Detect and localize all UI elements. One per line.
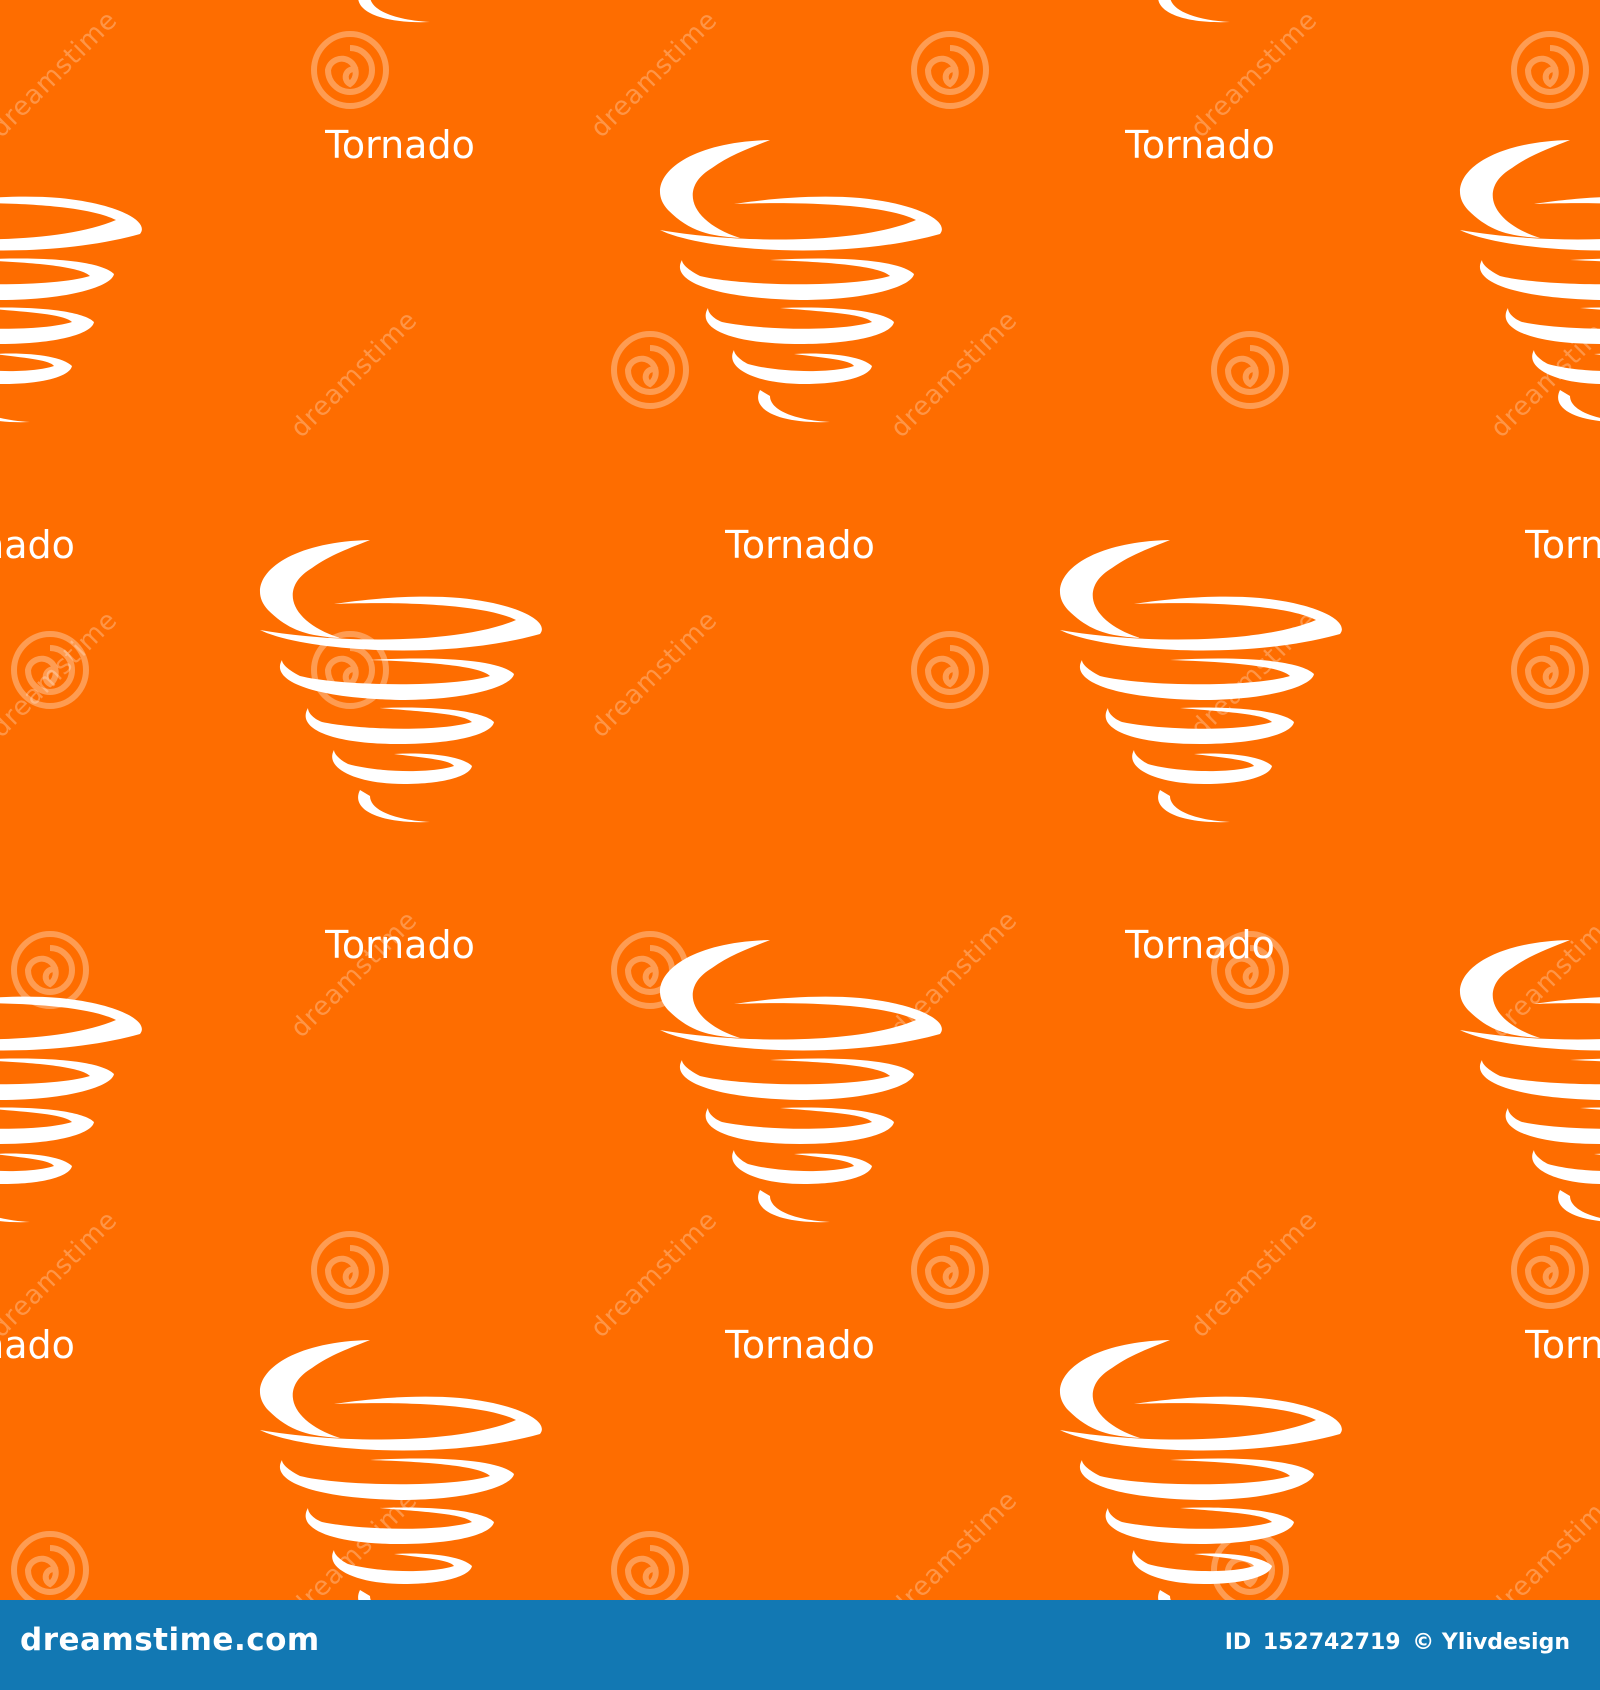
- watermark-spiral-icon: [1514, 634, 1586, 706]
- watermark-text: dreamstime: [0, 605, 124, 744]
- watermark-text: dreamstime: [885, 905, 1024, 1044]
- image-id-credit: ID 152742719 © Ylivdesign: [1221, 1630, 1570, 1655]
- tornado-tile: Tornado: [1059, 540, 1342, 967]
- tornado-icon: [1059, 540, 1342, 823]
- tornado-tile: Tornado: [259, 540, 542, 967]
- watermark-text: dreamstime: [885, 305, 1024, 444]
- tornado-icon: [259, 1340, 542, 1600]
- watermark-text: dreamstime: [585, 5, 724, 144]
- watermark-text: dreamstime: [1185, 1205, 1324, 1344]
- watermark-spiral-icon: [314, 34, 386, 106]
- watermark-spiral-icon: [1514, 1234, 1586, 1306]
- tornado-label: Tornado: [1524, 1323, 1600, 1367]
- id-label: ID: [1224, 1630, 1252, 1655]
- tornado-icon: [659, 140, 942, 423]
- pattern-canvas: Tornado Tornado Tornado Tornado Tornado Torna…: [0, 0, 1600, 1600]
- watermark-spiral-icon: [1514, 34, 1586, 106]
- image-id: 152742719: [1262, 1630, 1401, 1655]
- watermark-text: dreamstime: [885, 1485, 1024, 1600]
- tornado-icon: [259, 540, 542, 823]
- watermark-spiral-icon: [614, 1534, 686, 1600]
- watermark-text: dreamstime: [585, 605, 724, 744]
- tornado-tile: Tornado: [659, 140, 942, 567]
- site-logo[interactable]: dreamstime.com: [20, 1622, 320, 1658]
- tornado-tile: Tornado: [659, 940, 942, 1367]
- tornado-label: Tornado: [724, 1323, 875, 1367]
- watermark-spiral-icon: [614, 334, 686, 406]
- tornado-pattern-background: Tornado Tornado Tornado Tornado Tornado Torna…: [0, 0, 1600, 1600]
- tornado-tile: Tornado: [259, 1340, 542, 1600]
- tornado-label: Tornado: [724, 523, 875, 567]
- tornado-tile: Tornado: [1059, 1340, 1342, 1600]
- tornado-icon: [0, 140, 142, 423]
- tornado-tile: Tornado: [259, 0, 542, 167]
- watermark-spiral-icon: [914, 634, 986, 706]
- watermark-text: dreamstime: [585, 1205, 724, 1344]
- watermark-spiral-icon: [1214, 1534, 1286, 1600]
- tornado-label: Tornado: [324, 123, 475, 167]
- watermark-spiral-icon: [914, 1234, 986, 1306]
- tornado-icon: [259, 0, 542, 23]
- footer-bar: dreamstime.com ID 152742719 © Ylivdesign: [0, 1600, 1600, 1690]
- watermark-text: dreamstime: [285, 305, 424, 444]
- tornado-icon: [659, 940, 942, 1223]
- watermark-text: dreamstime: [0, 5, 124, 144]
- copyright-credit: © Ylivdesign: [1412, 1630, 1570, 1655]
- tile-grid: Tornado Tornado Tornado Tornado Tornado Torna…: [0, 0, 1600, 1600]
- watermark-spiral-icon: [1214, 334, 1286, 406]
- watermark-spiral-icon: [314, 1234, 386, 1306]
- tornado-label: Tornado: [1524, 523, 1600, 567]
- watermark-spiral-icon: [14, 1534, 86, 1600]
- tornado-icon: [1059, 1340, 1342, 1600]
- watermark-text: dreamstime: [1485, 1485, 1600, 1600]
- tornado-label: Tornado: [0, 523, 75, 567]
- watermark-spiral-icon: [14, 934, 86, 1006]
- watermark-spiral-icon: [914, 34, 986, 106]
- tornado-tile: Tornado: [0, 140, 142, 567]
